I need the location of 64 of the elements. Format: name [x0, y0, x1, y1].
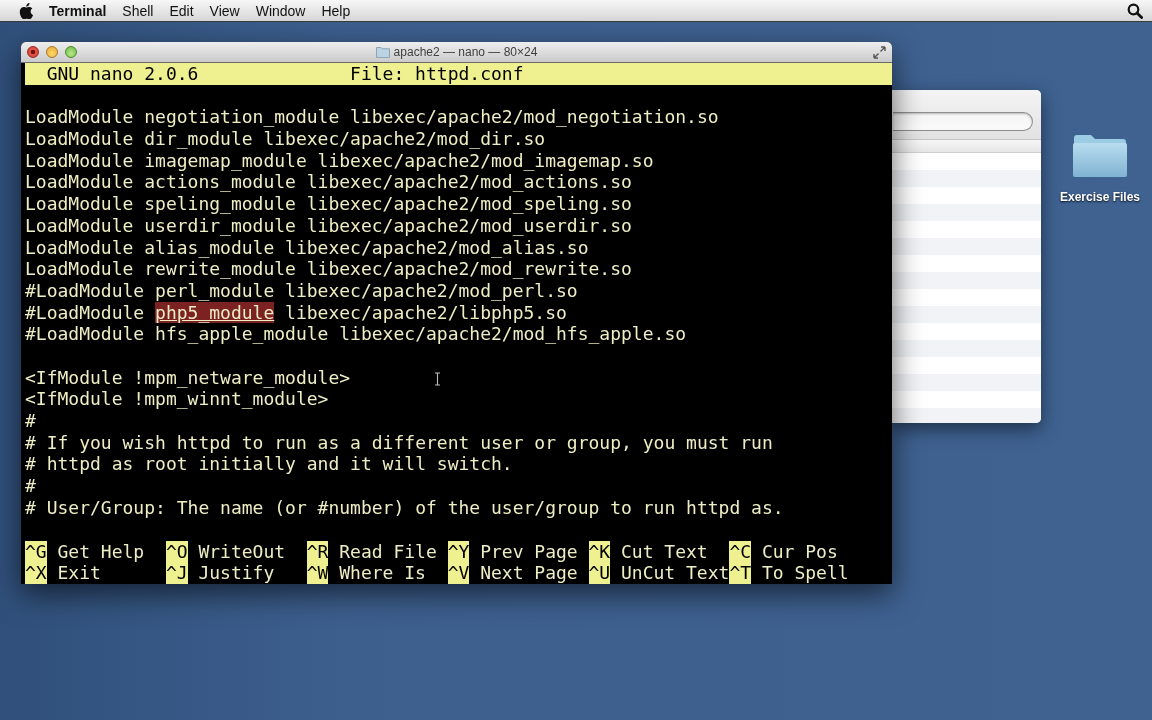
code-line: LoadModule imagemap_module libexec/apache2/mod_imagemap.so: [25, 149, 654, 172]
key-hint: ^R: [306, 540, 329, 563]
shortcut-label: UnCut Text: [621, 562, 730, 584]
minimize-button[interactable]: [46, 46, 58, 58]
menu-item[interactable]: Window: [247, 0, 314, 21]
code-line: #LoadModule perl_module libexec/apache2/mod_perl.so: [25, 279, 578, 302]
key-hint: ^X: [25, 562, 47, 584]
search-icon[interactable]: [1127, 2, 1143, 19]
key-hint: ^G: [25, 540, 47, 563]
code-line: LoadModule negotiation_module libexec/apache2/mod_negotiation.so: [25, 106, 719, 129]
search-field[interactable]: [893, 112, 1033, 131]
shortcut-label: WriteOut: [198, 540, 286, 563]
highlighted-text: php5_module: [155, 301, 275, 324]
code-text: libexec/apache2/libphp5.so: [284, 301, 567, 324]
apple-logo-icon[interactable]: [19, 2, 33, 19]
shortcut-label: Get Help: [57, 540, 145, 563]
window-title: apache2 — nano — 80×24: [393, 45, 538, 59]
shortcut-label: Cur Pos: [761, 540, 838, 563]
shortcut-label: Exit: [57, 562, 101, 584]
code-text: #LoadModule: [25, 301, 146, 324]
menu-item[interactable]: Shell: [114, 0, 162, 21]
code-line: LoadModule alias_module libexec/apache2/mod_alias.so: [25, 236, 589, 259]
code-line: LoadModule userdir_module libexec/apache2/mod_userdir.so: [25, 214, 632, 237]
code-line: #: [25, 410, 36, 432]
shortcut-label: Where Is: [339, 562, 426, 584]
key-hint: ^Y: [447, 540, 470, 563]
code-line: #LoadModule hfs_apple_module libexec/apache2/mod_hfs_apple.so: [25, 323, 687, 345]
code-line: <IfModule !mpm_netware_module>: [25, 366, 351, 389]
key-hint: ^W: [306, 562, 329, 584]
fullscreen-icon[interactable]: [873, 45, 886, 59]
key-hint: ^C: [729, 540, 752, 563]
menu-item[interactable]: View: [201, 0, 248, 21]
code-line: # httpd as root initially and it will switch.: [25, 453, 513, 476]
app-menu[interactable]: Terminal: [41, 0, 115, 21]
code-line: LoadModule speling_module libexec/apache2/mod_speling.so: [25, 193, 632, 215]
version-text: GNU nano 2.0.6: [46, 63, 199, 84]
code-line: # User/Group: The name (or #number) of the user/group to run httpd as.: [25, 496, 784, 519]
text-cursor-icon: [434, 372, 441, 386]
shortcut-label: To Spell: [761, 562, 849, 584]
key-hint: ^U: [588, 562, 611, 584]
code-line: # If you wish httpd to run as a different user or group, you must run: [25, 431, 773, 454]
shortcut-label: Read File: [339, 540, 437, 563]
folder-icon[interactable]: [1072, 134, 1128, 178]
code-line: LoadModule dir_module libexec/apache2/mod_dir.so: [25, 128, 546, 150]
close-button[interactable]: [27, 46, 39, 58]
key-hint: ^K: [588, 540, 611, 563]
shortcut-label: Justify: [198, 562, 275, 584]
zoom-button[interactable]: [65, 46, 77, 58]
key-hint: ^J: [165, 562, 188, 584]
shortcut-label: Next Page: [480, 562, 578, 584]
shortcut-label: Cut Text: [621, 540, 708, 563]
menu-item[interactable]: Help: [313, 0, 359, 21]
key-hint: ^V: [447, 562, 470, 584]
key-hint: ^O: [165, 540, 188, 563]
code-line: LoadModule rewrite_module libexec/apache2/mod_rewrite.so: [25, 258, 632, 280]
file-name: File: httpd.conf: [350, 63, 524, 85]
folder-label[interactable]: Exercise Files: [1059, 190, 1141, 204]
code-line: LoadModule actions_module libexec/apache2/mod_actions.so: [25, 171, 632, 194]
shortcut-label: Prev Page: [480, 540, 578, 563]
code-line: #: [25, 475, 36, 497]
code-line: <IfModule !mpm_winnt_module>: [25, 388, 329, 410]
key-hint: ^T: [729, 562, 752, 584]
folder-icon: [375, 46, 390, 58]
menu-item[interactable]: Edit: [161, 0, 202, 21]
